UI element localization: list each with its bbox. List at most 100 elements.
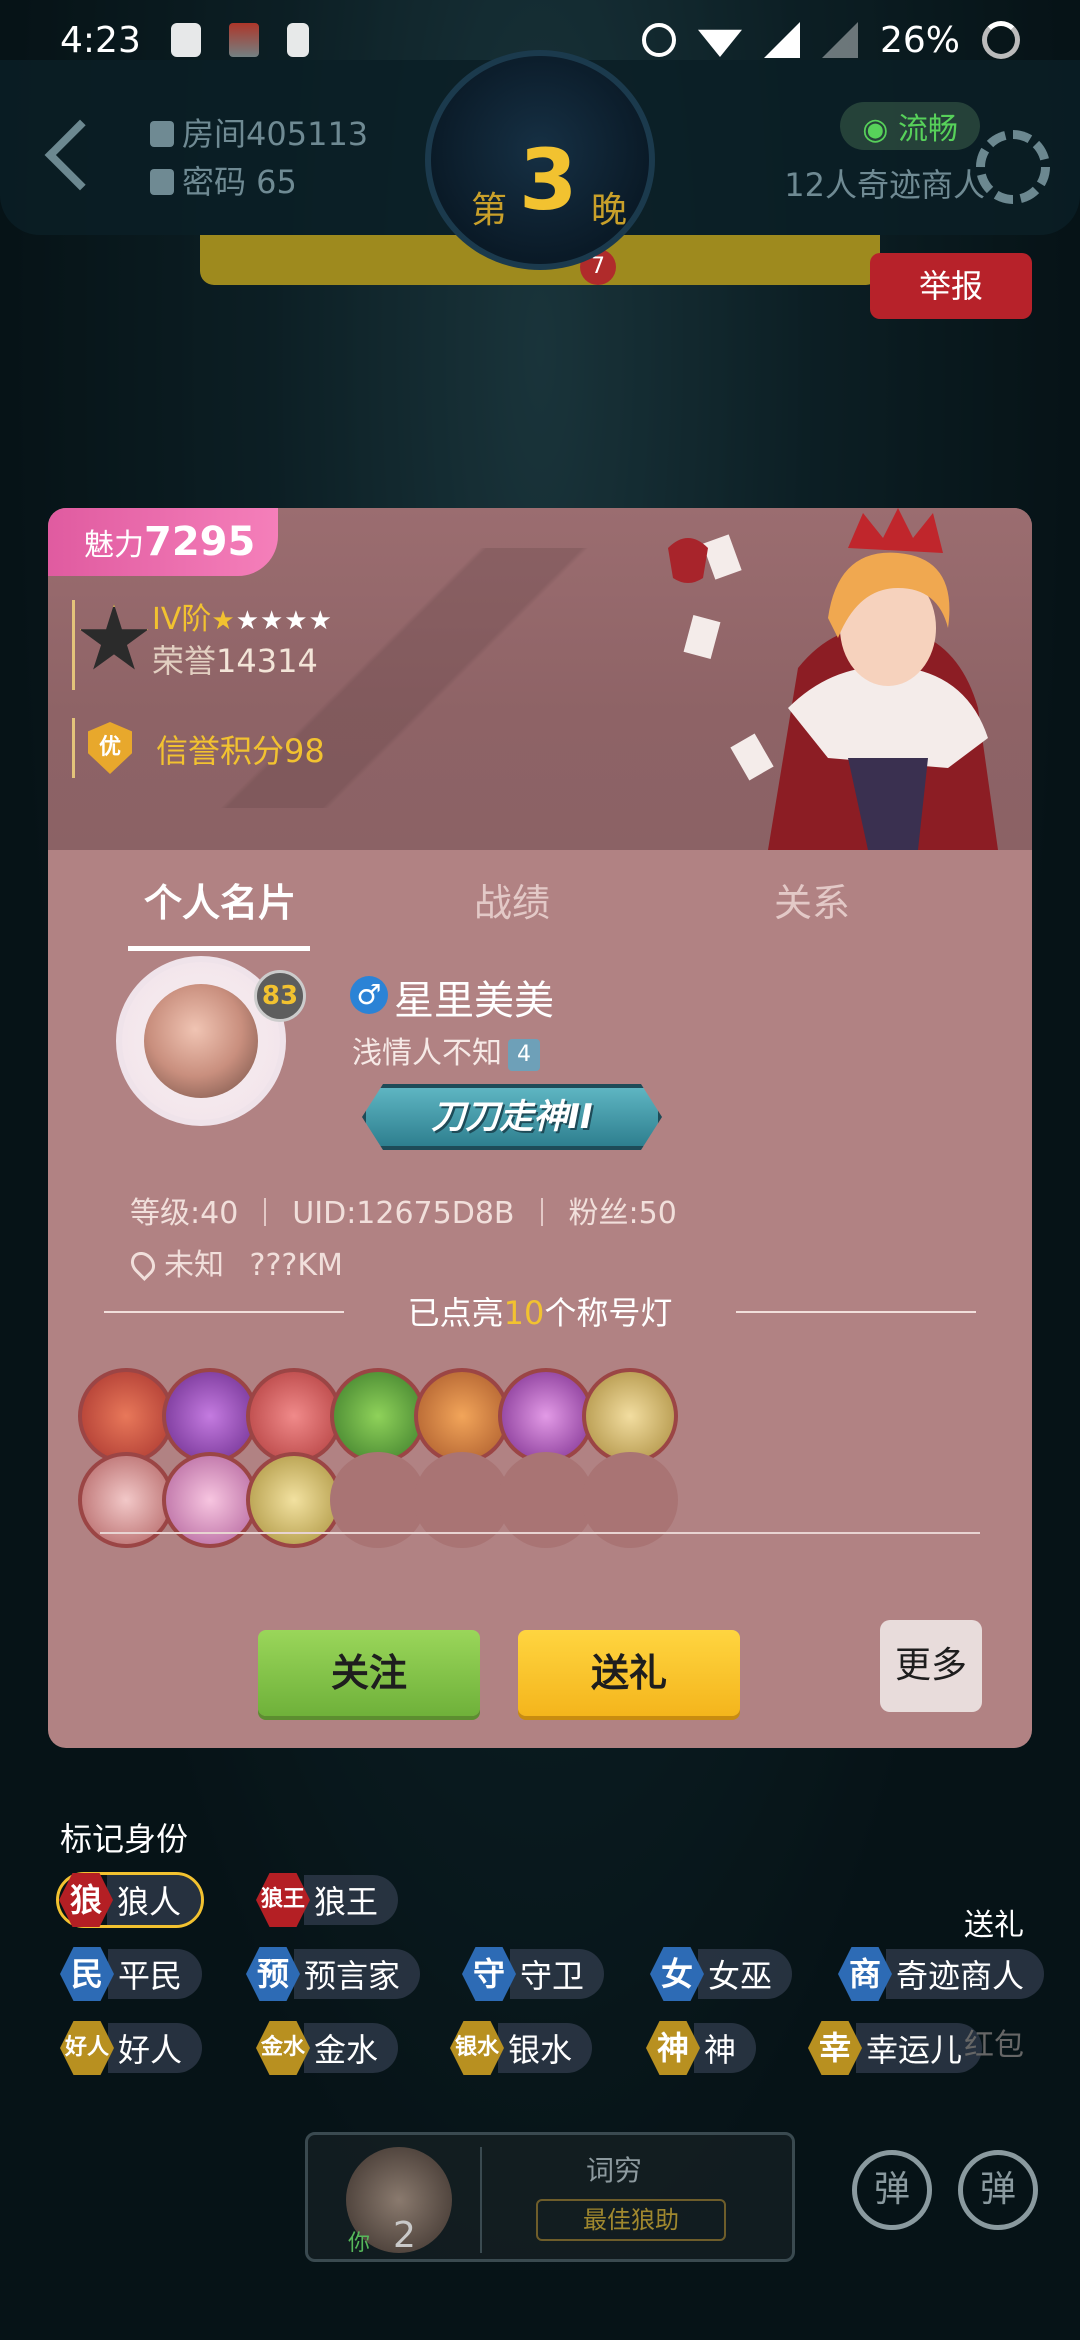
room-header: 房间405113 密码 65 第 3 晚 ◉ 流畅 12人奇迹商人 — [0, 50, 1080, 270]
side-red-packet-label[interactable]: 红包 — [964, 2020, 1024, 2064]
role-name: 奇迹商人 — [886, 1949, 1045, 1999]
role-wolf-king[interactable]: 狼王 狼王 — [256, 1872, 399, 1928]
hand-light-icon[interactable] — [414, 1368, 510, 1464]
role-guard[interactable]: 守守卫 — [462, 1946, 605, 2002]
charm-badge: 魅力7295 — [48, 508, 278, 576]
role-name: 神 — [694, 2023, 757, 2073]
app-notification-icon — [228, 23, 259, 57]
rank-stars: ★★★★★ — [211, 606, 333, 636]
wifi-small-icon: ◉ — [862, 112, 898, 147]
network-status: ◉ 流畅 — [840, 102, 980, 150]
signal-secondary-icon — [821, 22, 858, 58]
stat-separator — [540, 1198, 543, 1226]
role-gold-water[interactable]: 金水 金水 — [256, 2020, 399, 2076]
username: 词穷 — [586, 2154, 643, 2187]
card-banner: 魅力7295 IV阶★★★★★ 荣誉14314 优 信誉积分98 — [48, 508, 1032, 850]
tab-records[interactable]: 战绩 — [412, 872, 612, 927]
network-label: 流畅 — [898, 112, 958, 147]
battery-percent: 26% — [879, 19, 960, 61]
role-name: 银水 — [498, 2023, 593, 2073]
distance-text: ???KM — [249, 1248, 343, 1283]
rank-divider — [72, 600, 75, 690]
best-helper-badge: 最佳狼助 — [536, 2199, 726, 2241]
role-god[interactable]: 神神 — [646, 2020, 757, 2076]
character-illustration — [668, 508, 998, 850]
seat-number: 2 — [393, 2215, 416, 2256]
charm-value: 7295 — [144, 519, 256, 565]
title-lights-header: 已点亮10个称号灯 — [104, 1288, 976, 1334]
role-name: 女巫 — [698, 1949, 793, 1999]
role-mark-panel: 标记身份 狼狼人 狼王 狼王 民平民 预预言家 守守卫 女女巫 商奇迹商人 好人好… — [0, 1780, 1080, 2080]
side-gift-label[interactable]: 送礼 — [964, 1900, 1024, 1944]
status-right: 26% — [641, 19, 1020, 61]
night-number: 3 — [519, 131, 578, 229]
magic-light-icon[interactable] — [498, 1368, 594, 1464]
subtitle-level-badge: 4 — [508, 1039, 540, 1071]
potion-light-icon[interactable] — [162, 1368, 258, 1464]
role-miracle-merchant[interactable]: 商奇迹商人 — [838, 1946, 1045, 2002]
night-prefix: 第 — [471, 190, 508, 231]
werewolf-light-icon[interactable] — [78, 1368, 174, 1464]
bottles-light-icon[interactable] — [246, 1368, 342, 1464]
room-number: 房间405113 — [182, 115, 369, 153]
role-tag: 民 — [60, 1947, 114, 2001]
tab-profile[interactable]: 个人名片 — [120, 872, 320, 927]
uid-stat: UID:12675D8B — [292, 1196, 515, 1231]
report-button[interactable]: 举报 — [870, 253, 1032, 319]
role-tag: 女 — [650, 1947, 704, 2001]
profile-tabs: 个人名片 战绩 关系 — [48, 850, 1032, 951]
back-arrow-icon[interactable] — [44, 119, 116, 191]
subtitle-text: 浅情人不知 — [352, 1036, 502, 1071]
shield-light-icon[interactable] — [582, 1368, 678, 1464]
role-silver-water[interactable]: 银水 银水 — [450, 2020, 593, 2076]
role-tag: 神 — [646, 2021, 700, 2075]
panel-separator — [480, 2147, 482, 2253]
role-witch[interactable]: 女女巫 — [650, 1946, 793, 2002]
role-good-person[interactable]: 好人 好人 — [60, 2020, 203, 2076]
more-button[interactable]: 更多 — [880, 1620, 982, 1712]
room-icon — [150, 121, 174, 147]
shield-notification-icon — [170, 23, 201, 57]
cannon-light-icon[interactable] — [330, 1368, 426, 1464]
fans-stat: 粉丝:50 — [568, 1196, 677, 1231]
profile-card: 魅力7295 IV阶★★★★★ 荣誉14314 优 信誉积分98 个人名片 战绩 — [48, 508, 1032, 1748]
credit-shield-icon: 优 — [88, 722, 132, 774]
role-name: 金水 — [304, 2023, 399, 2073]
danmu-toggle-icon[interactable]: 弹 — [958, 2150, 1038, 2230]
header-line-right — [736, 1311, 976, 1313]
gift-button[interactable]: 送礼 — [518, 1630, 740, 1716]
male-gender-icon: ♂ — [350, 976, 388, 1014]
role-name: 好人 — [108, 2023, 203, 2073]
signal-icon — [763, 22, 800, 58]
role-tag: 狼王 — [256, 1873, 310, 1927]
gear-icon[interactable] — [976, 130, 1050, 204]
level-stat: 等级:40 — [130, 1196, 239, 1231]
role-name: 狼人 — [107, 1875, 202, 1925]
role-tag: 狼 — [59, 1873, 113, 1927]
stat-separator — [264, 1198, 267, 1226]
role-tag: 守 — [462, 1947, 516, 2001]
night-badge: 第 3 晚 — [425, 50, 655, 270]
role-name: 预言家 — [294, 1949, 421, 1999]
level-badge: 83 — [254, 970, 306, 1022]
role-werewolf[interactable]: 狼狼人 — [56, 1872, 205, 1928]
you-label: 你 — [348, 2231, 371, 2256]
role-lucky-one[interactable]: 幸幸运儿 — [808, 2020, 983, 2076]
location-pin-icon — [126, 1247, 160, 1281]
follow-button[interactable]: 关注 — [258, 1630, 480, 1716]
best-helper-panel: 你 2 词穷 最佳狼助 — [305, 2132, 795, 2262]
battery-icon — [982, 21, 1020, 59]
role-panel-title: 标记身份 — [60, 1820, 189, 1858]
rank-star-gold: ★ — [211, 606, 236, 636]
user-subtitle: 浅情人不知 4 — [352, 1028, 540, 1072]
tab-relations[interactable]: 关系 — [712, 872, 912, 927]
charm-label: 魅力 — [84, 528, 144, 563]
credit-divider — [72, 718, 75, 778]
role-villager[interactable]: 民平民 — [60, 1946, 203, 2002]
danmu-edit-icon[interactable]: 弹 — [852, 2150, 932, 2230]
role-seer[interactable]: 预预言家 — [246, 1946, 421, 2002]
role-tag: 好人 — [60, 2021, 114, 2075]
lights-suffix: 个称号灯 — [544, 1294, 673, 1332]
role-tag: 商 — [838, 1947, 892, 2001]
nickname: 星里美美 — [394, 978, 554, 1024]
